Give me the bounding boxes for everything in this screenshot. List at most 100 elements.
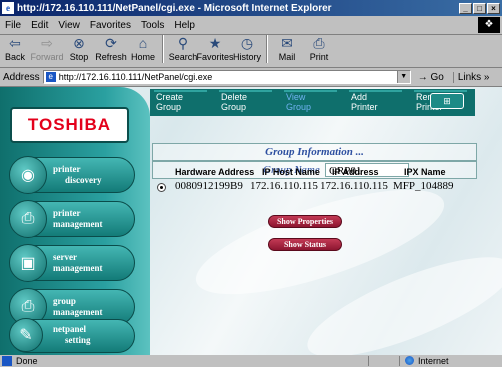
toolbar-separator (266, 35, 268, 63)
windows-logo-icon: ❖ (478, 17, 500, 33)
server-icon: ▣ (9, 244, 47, 282)
nav-label: management (53, 263, 103, 273)
tab-label: View (286, 92, 306, 102)
mail-icon: ✉ (281, 35, 293, 51)
favorites-folder-icon: ★ (208, 35, 222, 51)
back-button[interactable]: ⇦ Back (0, 34, 30, 64)
menu-favorites[interactable]: Favorites (85, 20, 136, 31)
title-bar: e http://172.16.110.111/NetPanel/cgi.exe… (0, 0, 502, 16)
tab-label: Create (156, 92, 184, 102)
menu-help[interactable]: Help (169, 20, 200, 31)
refresh-icon: ⟳ (105, 35, 117, 51)
forward-label: Forward (30, 52, 64, 62)
history-label: History (232, 52, 261, 62)
maximize-button[interactable]: □ (473, 2, 486, 14)
tab-label: Group (156, 102, 182, 112)
refresh-label: Refresh (95, 52, 127, 62)
security-zone-label: Internet (418, 356, 449, 366)
tab-label: Printer (351, 102, 378, 112)
search-button[interactable]: ⚲ Search (168, 34, 198, 64)
menu-edit[interactable]: Edit (26, 20, 53, 31)
col-hardware-address: Hardware Address (175, 167, 255, 177)
back-arrow-icon: ⇦ (9, 35, 21, 51)
nav-label: printer (53, 164, 81, 174)
printer-icon: ⎙ (9, 200, 47, 238)
nav-server-management[interactable]: ▣ server management (9, 244, 135, 282)
address-url: http://172.16.110.111/NetPanel/cgi.exe (58, 72, 213, 82)
nav-label: management (53, 307, 103, 317)
nav-netpanel-setting[interactable]: ✎ netpanel setting (9, 318, 135, 353)
group-information-heading: Group Information ... (152, 143, 477, 161)
nav-label: management (53, 219, 103, 229)
refresh-button[interactable]: ⟳ Refresh (95, 34, 127, 64)
col-ip-address: IP Address (332, 167, 379, 177)
home-icon: ⌂ (138, 35, 148, 51)
nav-label: discovery (65, 175, 102, 185)
menu-bar: File Edit View Favorites Tools Help ❖ (0, 16, 502, 35)
show-properties-button[interactable]: Show Properties (268, 215, 342, 228)
back-label: Back (4, 52, 25, 62)
col-ipx-name: IPX Name (404, 167, 446, 177)
tab-label: Add (351, 92, 368, 102)
forward-button[interactable]: ⇨ Forward (30, 34, 64, 64)
print-button[interactable]: ⎙ Print (304, 34, 334, 64)
print-icon: ⎙ (313, 35, 325, 51)
nav-label: server (53, 252, 77, 262)
minimize-button[interactable]: _ (459, 2, 472, 14)
tab-label: Group (221, 102, 247, 112)
left-nav-panel: TOSHIBA ◉ printer discovery ⎙ printer mana… (0, 87, 150, 355)
page-status-icon (2, 356, 12, 366)
binoculars-icon: ◉ (9, 156, 47, 194)
home-button[interactable]: ⌂ Home (128, 34, 158, 64)
group-tab-strip: Create Group Delete Group View Group Add Pri… (150, 89, 475, 116)
mail-button[interactable]: ✉ Mail (272, 34, 302, 64)
status-bar: Done Internet (0, 355, 502, 367)
nav-printer-discovery[interactable]: ◉ printer discovery (9, 156, 135, 194)
tab-add-printer[interactable]: Add Printer (345, 89, 410, 116)
page-content: TOSHIBA ◉ printer discovery ⎙ printer mana… (0, 87, 502, 355)
exit-icon[interactable]: ⊞ (430, 93, 464, 109)
nav-label: netpanel (53, 324, 87, 334)
close-button[interactable]: × (487, 2, 500, 14)
forward-arrow-icon: ⇨ (41, 35, 53, 51)
stop-icon: ⊗ (73, 35, 85, 51)
search-label: Search (168, 52, 198, 62)
col-ip-host-name: IP Host Name (262, 167, 320, 177)
toolbar-separator (162, 35, 164, 63)
stop-button[interactable]: ⊗ Stop (64, 34, 94, 64)
tab-delete-group[interactable]: Delete Group (215, 89, 280, 116)
internet-zone-icon (405, 356, 414, 365)
cell-ip-address: 172.16.110.115 (320, 180, 388, 192)
nav-label: group (53, 296, 76, 306)
tab-view-group[interactable]: View Group (280, 89, 345, 116)
window-title: http://172.16.110.111/NetPanel/cgi.exe -… (17, 2, 332, 14)
print-label: Print (309, 52, 329, 62)
page-icon: e (45, 72, 56, 82)
cell-ipx-name: MFP_104889 (393, 180, 454, 192)
mail-label: Mail (278, 52, 296, 62)
row-select-radio[interactable] (157, 183, 166, 192)
menu-file[interactable]: File (0, 20, 26, 31)
nav-label: printer (53, 208, 81, 218)
tab-create-group[interactable]: Create Group (150, 89, 215, 116)
address-dropdown-icon[interactable]: ▼ (396, 71, 410, 83)
links-button[interactable]: Links » (452, 71, 490, 83)
stop-label: Stop (69, 52, 89, 62)
show-status-button[interactable]: Show Status (268, 238, 342, 251)
cell-hardware-address: 0080912199B9 (175, 180, 243, 192)
wrench-icon: ✎ (9, 318, 43, 352)
history-button[interactable]: ◷ History (232, 34, 262, 64)
nav-printer-management[interactable]: ⎙ printer management (9, 200, 135, 238)
go-button[interactable]: → Go (415, 72, 447, 83)
address-label: Address (3, 71, 40, 83)
go-label: Go (430, 71, 444, 83)
toshiba-logo: TOSHIBA (10, 107, 129, 143)
favorites-label: Favorites (196, 52, 234, 62)
menu-tools[interactable]: Tools (136, 20, 169, 31)
status-panes (368, 356, 400, 366)
favorites-button[interactable]: ★ Favorites (197, 34, 234, 64)
menu-view[interactable]: View (53, 20, 85, 31)
address-input[interactable]: e http://172.16.110.111/NetPanel/cgi.exe… (42, 70, 411, 84)
cell-ip-host-name: 172.16.110.115 (250, 180, 318, 192)
home-label: Home (130, 52, 155, 62)
